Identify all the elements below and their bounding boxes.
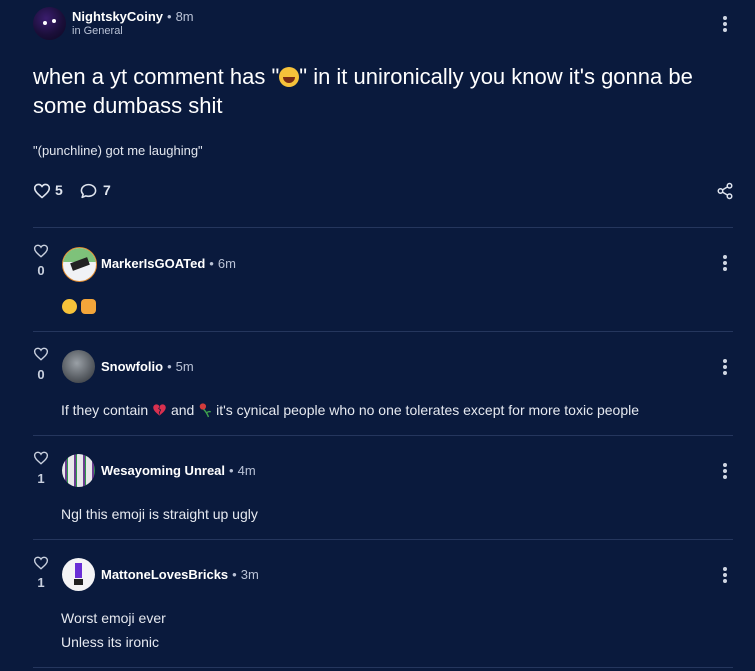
comment-body: Ngl this emoji is straight up ugly (61, 506, 258, 522)
comment-time: 3m (240, 567, 259, 582)
comment-author-name[interactable]: Snowfolio (101, 359, 163, 374)
heart-icon[interactable] (33, 347, 49, 361)
comment-text-line: Worst emoji ever (61, 610, 166, 626)
heart-icon[interactable] (33, 244, 49, 258)
comment-time: 5m (175, 359, 194, 374)
separator-dot: • (229, 463, 234, 478)
comment-text: If they contain (61, 402, 149, 418)
comment-author[interactable]: MarkerIsGOATed • 6m (101, 256, 236, 271)
divider (33, 435, 733, 436)
vote-count: 0 (37, 367, 45, 382)
comment-time: 4m (237, 463, 256, 478)
vote-count: 1 (37, 575, 45, 590)
commenter-avatar[interactable] (62, 247, 97, 282)
broken-heart-emoji-icon (153, 404, 166, 416)
commenter-avatar[interactable] (62, 454, 95, 487)
clapping-hands-emoji-icon (81, 299, 97, 314)
laughing-emoji-icon (62, 299, 77, 314)
separator-dot: • (167, 9, 172, 24)
separator-dot: • (209, 256, 214, 271)
post-time: 8m (175, 9, 194, 24)
heart-icon[interactable] (33, 451, 49, 465)
separator-dot: • (232, 567, 237, 582)
divider (33, 227, 733, 228)
divider (33, 667, 733, 668)
comment-body (62, 298, 97, 316)
post-title-text: when a yt comment has " (33, 64, 280, 89)
post-category[interactable]: in General (72, 25, 123, 37)
comment-author[interactable]: Wesayoming Unreal • 4m (101, 463, 256, 478)
divider (33, 539, 733, 540)
share-icon[interactable] (716, 182, 734, 200)
comment-author-name[interactable]: MattoneLovesBricks (101, 567, 228, 582)
comment-body: If they contain and it's cynical people … (61, 398, 639, 422)
comment-body: Worst emoji ever Unless its ironic (61, 606, 166, 654)
post-title: when a yt comment has " " in it unironica… (33, 62, 723, 120)
comment-count: 7 (103, 182, 111, 198)
more-options-icon[interactable] (717, 357, 733, 377)
commenter-avatar[interactable] (62, 350, 95, 383)
divider (33, 331, 733, 332)
wilted-flower-emoji-icon (199, 403, 212, 418)
post-body: "(punchline) got me laughing" (33, 143, 203, 158)
post-author-name[interactable]: NightskyCoiny (72, 9, 163, 24)
comment-text: and (170, 402, 195, 418)
comment-author-name[interactable]: Wesayoming Unreal (101, 463, 225, 478)
vote-count: 0 (37, 263, 45, 278)
like-count: 5 (55, 182, 63, 198)
comment-author[interactable]: MattoneLovesBricks • 3m (101, 567, 259, 582)
more-options-icon[interactable] (717, 461, 733, 481)
more-options-icon[interactable] (717, 253, 733, 273)
separator-dot: • (167, 359, 172, 374)
comment-text-line: Unless its ironic (61, 634, 160, 650)
heart-icon[interactable] (33, 183, 51, 199)
more-options-icon[interactable] (717, 565, 733, 585)
comment-text: it's cynical people who no one tolerates… (216, 402, 640, 418)
laughing-emoji-icon (279, 67, 300, 87)
author-avatar[interactable] (33, 7, 66, 40)
comment-author[interactable]: Snowfolio • 5m (101, 359, 194, 374)
comment-author-name[interactable]: MarkerIsGOATed (101, 256, 205, 271)
comment-time: 6m (217, 256, 236, 271)
heart-icon[interactable] (33, 556, 49, 570)
more-options-icon[interactable] (717, 14, 733, 34)
comment-icon[interactable] (80, 183, 97, 199)
commenter-avatar[interactable] (62, 558, 95, 591)
vote-count: 1 (37, 471, 45, 486)
post-author[interactable]: NightskyCoiny • 8m (72, 9, 194, 24)
